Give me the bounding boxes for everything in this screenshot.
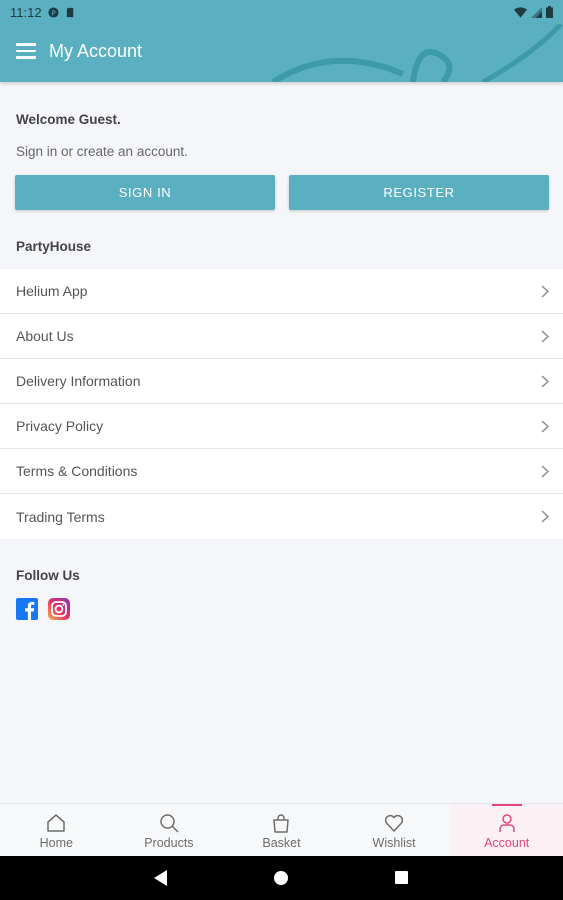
menu-item-label: Terms & Conditions bbox=[16, 463, 138, 479]
sd-card-icon bbox=[66, 7, 73, 17]
basket-icon bbox=[273, 814, 290, 833]
nav-wishlist[interactable]: Wishlist bbox=[338, 804, 451, 856]
menu-item-label: About Us bbox=[16, 328, 74, 344]
menu-item-label: Delivery Information bbox=[16, 373, 141, 389]
home-icon bbox=[47, 814, 66, 832]
nav-label: Basket bbox=[262, 836, 301, 850]
hamburger-menu-icon[interactable] bbox=[16, 43, 36, 61]
back-icon[interactable] bbox=[154, 870, 168, 886]
menu-item-about-us[interactable]: About Us bbox=[0, 314, 563, 359]
page-title: My Account bbox=[49, 41, 143, 61]
facebook-icon[interactable] bbox=[16, 598, 38, 620]
nav-account[interactable]: Account bbox=[450, 804, 563, 856]
nav-label: Account bbox=[484, 836, 530, 850]
menu-item-label: Trading Terms bbox=[16, 508, 105, 525]
nav-label: Home bbox=[39, 836, 73, 850]
status-right bbox=[514, 6, 553, 18]
status-time: 11:12 bbox=[10, 4, 42, 20]
nav-label: Wishlist bbox=[372, 836, 416, 850]
notification-p-icon: P bbox=[48, 6, 59, 18]
follow-us-heading: Follow Us bbox=[16, 568, 80, 583]
menu-item-delivery-information[interactable]: Delivery Information bbox=[0, 359, 563, 404]
system-nav-bar bbox=[0, 856, 563, 900]
nav-home[interactable]: Home bbox=[0, 804, 113, 856]
menu-item-terms-conditions[interactable]: Terms & Conditions bbox=[0, 449, 563, 494]
sign-in-button[interactable]: SIGN IN bbox=[15, 175, 275, 210]
menu-item-label: Helium App bbox=[16, 283, 88, 299]
status-bar: 11:12 P bbox=[0, 0, 563, 24]
nav-basket[interactable]: Basket bbox=[225, 804, 338, 856]
chevron-right-icon bbox=[541, 330, 549, 343]
nav-label: Products bbox=[144, 836, 194, 850]
store-name-heading: PartyHouse bbox=[16, 239, 92, 254]
app-bar: My Account bbox=[0, 24, 563, 82]
chevron-right-icon bbox=[541, 285, 549, 298]
instagram-icon[interactable] bbox=[48, 598, 70, 620]
home-circle-icon[interactable] bbox=[274, 871, 288, 885]
svg-text:P: P bbox=[51, 8, 56, 17]
welcome-subtext: Sign in or create an account. bbox=[16, 144, 188, 159]
chevron-right-icon bbox=[541, 375, 549, 388]
recents-square-icon[interactable] bbox=[395, 871, 408, 884]
nav-products[interactable]: Products bbox=[113, 804, 226, 856]
ribbon-decoration bbox=[271, 24, 563, 82]
user-icon bbox=[498, 814, 515, 832]
search-icon bbox=[160, 814, 179, 833]
signal-icon bbox=[531, 6, 542, 18]
menu-item-trading-terms[interactable]: Trading Terms bbox=[0, 494, 563, 539]
chevron-right-icon bbox=[541, 465, 549, 478]
store-menu-list: Helium App About Us Delivery Information… bbox=[0, 269, 563, 539]
heart-icon bbox=[384, 814, 404, 832]
menu-item-helium-app[interactable]: Helium App bbox=[0, 269, 563, 314]
chevron-right-icon bbox=[541, 420, 549, 433]
register-button[interactable]: REGISTER bbox=[289, 175, 549, 210]
battery-icon bbox=[546, 6, 553, 18]
bottom-nav: Home Products Basket Wishlist Account bbox=[0, 803, 563, 856]
menu-item-privacy-policy[interactable]: Privacy Policy bbox=[0, 404, 563, 449]
status-left: 11:12 P bbox=[10, 5, 76, 20]
welcome-heading: Welcome Guest. bbox=[16, 112, 121, 127]
wifi-icon bbox=[514, 6, 527, 18]
chevron-right-icon bbox=[541, 510, 549, 523]
menu-item-label: Privacy Policy bbox=[16, 418, 104, 434]
